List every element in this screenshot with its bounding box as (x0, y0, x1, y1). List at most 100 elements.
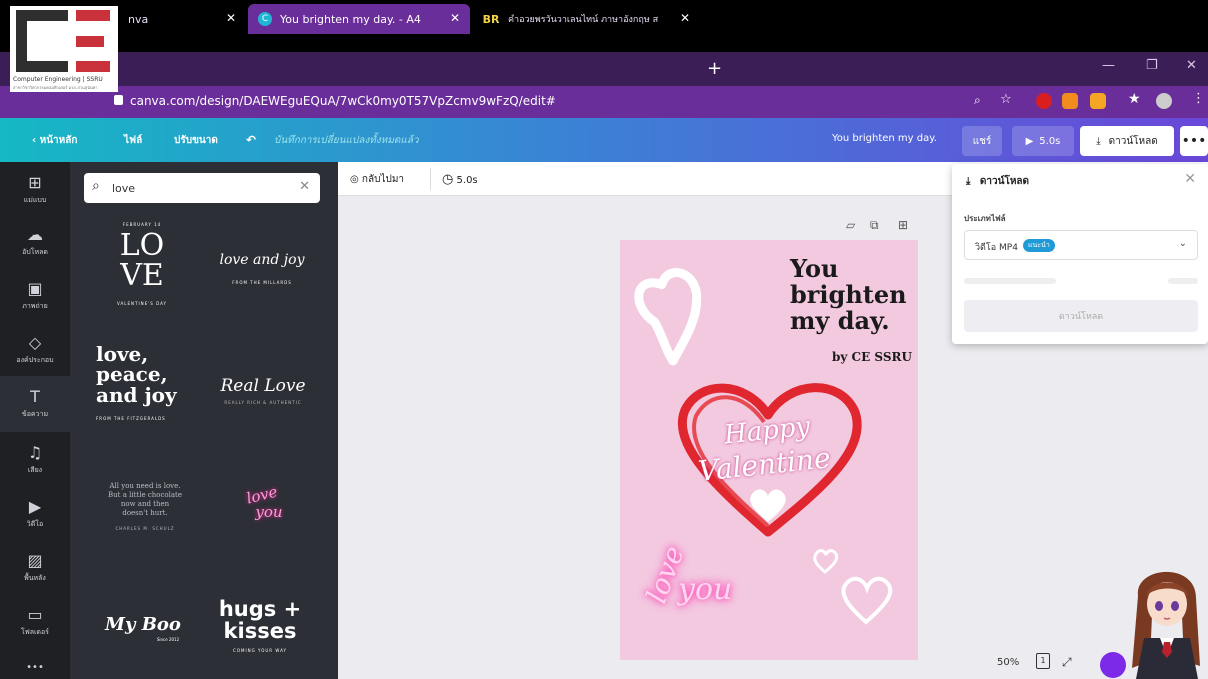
background-icon: ▨ (27, 551, 43, 570)
filetype-select[interactable]: วิดีโอ MP4 แนะนำ ⌄ (964, 230, 1198, 260)
close-icon[interactable]: ✕ (1184, 171, 1196, 187)
bookmark-star-icon[interactable]: ☆ (1000, 92, 1012, 107)
download-icon: ⤓ (1096, 135, 1101, 147)
template-love-and-joy[interactable]: love and joy FROM THE MILLARDS (204, 252, 320, 285)
recommended-badge: แนะนำ (1023, 239, 1055, 252)
tab-title: คำอวยพรวันวาเลนไทน์ ภาษาอังกฤษ ส (508, 15, 659, 25)
logo-line-1: Computer Engineering | SSRU (13, 76, 103, 83)
restore-icon[interactable]: ❐ (1146, 58, 1158, 73)
more-icon: ••• (26, 662, 44, 673)
url-field[interactable]: canva.com/design/DAEWEguEQuA/7wCk0my0T57… (130, 94, 556, 108)
chevron-down-icon: ⌄ (1178, 238, 1187, 249)
fullscreen-icon[interactable]: ⤢ (1062, 655, 1072, 670)
design-title[interactable]: You brighten my day. (832, 133, 937, 144)
page-count-icon[interactable]: 1 (1036, 653, 1050, 669)
template-my-boo[interactable]: My Boo Since 2012 (94, 614, 192, 642)
browser-menu-icon[interactable]: ⋮ (1192, 91, 1205, 106)
extension-icon[interactable] (1062, 93, 1078, 109)
more-button[interactable]: ••• (1180, 126, 1208, 156)
vtuber-avatar (1132, 571, 1200, 679)
help-button[interactable] (1100, 652, 1126, 678)
profile-avatar[interactable] (1156, 93, 1172, 109)
resize-menu[interactable]: ปรับขนาด (174, 133, 218, 148)
lock-icon (114, 95, 123, 105)
photo-icon: ▣ (27, 279, 43, 298)
rail-item-photos[interactable]: ▣ ภาพถ่าย (0, 268, 70, 324)
template-love-peace-joy[interactable]: love, peace, and joy FROM THE FITZGERALD… (96, 344, 206, 421)
rail-item-elements[interactable]: ◇ องค์ประกอบ (0, 322, 70, 378)
puzzle-icon[interactable]: ★ (1128, 91, 1141, 107)
minimize-icon[interactable]: — (1102, 58, 1115, 73)
left-rail: ⊞ แม่แบบ ☁ อัปโหลด ▣ ภาพถ่าย ◇ องค์ประกอบ Tข… (0, 162, 70, 679)
rail-item-video[interactable]: ▶ วิดีโอ (0, 486, 70, 542)
design-page[interactable]: You brighten my day. by CE SSRU Happy Va… (620, 240, 918, 660)
duration-button[interactable]: ◷ 5.0s (442, 172, 478, 187)
small-outline-heart-icon (813, 549, 839, 574)
filetype-value: วิดีโอ MP4 (975, 243, 1018, 253)
page-note-icon[interactable]: ▱ (846, 218, 855, 232)
extension-icon[interactable] (1036, 93, 1052, 109)
upload-icon: ☁ (27, 225, 43, 244)
template-love-ve[interactable]: FEBRUARY 14 LO VE VALENTINE'S DAY (96, 222, 188, 306)
rail-item-audio[interactable]: ♫ เสียง (0, 432, 70, 488)
zoom-level[interactable]: 50% (997, 657, 1019, 668)
rail-item-templates[interactable]: ⊞ แม่แบบ (0, 162, 70, 218)
duplicate-page-icon[interactable]: ⧉ (870, 218, 879, 233)
video-icon: ▶ (28, 497, 42, 516)
br-favicon-icon: BR (482, 12, 500, 26)
share-button[interactable]: แชร์ (962, 126, 1002, 156)
outline-heart-icon (841, 576, 893, 625)
template-love-you-neon[interactable]: love you (226, 483, 298, 521)
rail-item-text[interactable]: T ข้อความ (0, 376, 70, 432)
rail-item-background[interactable]: ▨ พื้นหลัง (0, 540, 70, 596)
download-confirm-button[interactable]: ดาวน์โหลด (964, 300, 1198, 332)
neon-you[interactable]: you (678, 572, 732, 607)
download-icon: ⤓ (966, 176, 971, 187)
design-title-text[interactable]: You brighten my day. (790, 256, 915, 334)
home-button[interactable]: ‹ หน้าหลัก (32, 133, 77, 148)
clear-search-icon[interactable]: ✕ (299, 179, 310, 194)
template-hugs-kisses[interactable]: hugs + kisses COMING YOUR WAY (210, 598, 310, 653)
template-quote[interactable]: All you need is love. But a little choco… (90, 482, 200, 531)
rail-item-more[interactable]: ••• (0, 640, 70, 679)
tab-title: You brighten my day. - A4 (280, 12, 421, 26)
undo-icon[interactable]: ↶ (246, 133, 256, 147)
play-icon: ▶ (1025, 135, 1034, 147)
canva-favicon-icon: C (258, 12, 272, 26)
download-panel: ⤓ ดาวน์โหลด ✕ ประเภทไฟล์ วิดีโอ MP4 แนะน… (952, 164, 1208, 344)
template-real-love[interactable]: Real Love REALLY RICH & AUTHENTIC (210, 376, 316, 405)
ce-ssru-logo: Computer Engineering | SSRU สาขาวิชาวิศว… (10, 6, 118, 92)
audio-icon: ♫ (27, 443, 43, 462)
elements-icon: ◇ (28, 333, 42, 352)
rail-item-uploads[interactable]: ☁ อัปโหลด (0, 214, 70, 270)
template-icon: ⊞ (28, 173, 42, 192)
screen: Computer Engineering | SSRU สาขาวิชาวิศว… (0, 0, 1208, 679)
search-input[interactable] (112, 179, 292, 197)
text-icon: T (30, 387, 40, 406)
close-icon[interactable]: ✕ (450, 11, 460, 25)
extension-icon[interactable] (1090, 93, 1106, 109)
new-tab-icon[interactable]: + (707, 58, 722, 79)
white-outline-heart-icon (634, 268, 701, 366)
autosave-note: บันทึกการเปลี่ยนแปลงทั้งหมดแล้ว (274, 135, 419, 146)
close-icon[interactable]: ✕ (226, 11, 236, 25)
window-close-icon[interactable]: ✕ (1186, 58, 1197, 73)
browser-tab-1[interactable]: nva ✕ (118, 4, 246, 34)
browser-tab-bar (0, 52, 1208, 86)
placeholder-bar (1168, 278, 1198, 284)
download-panel-heading: ⤓ ดาวน์โหลด (966, 176, 1030, 187)
browser-tab-3[interactable]: BR คำอวยพรวันวาเลนไทน์ ภาษาอังกฤษ ส ✕ (472, 4, 700, 34)
browser-tab-2[interactable]: C You brighten my day. - A4 ✕ (248, 4, 470, 34)
download-button[interactable]: ⤓ ดาวน์โหลด (1080, 126, 1174, 156)
play-button[interactable]: ▶ 5.0s (1012, 126, 1074, 156)
animate-button[interactable]: ◎ กลับไปมา (350, 172, 404, 187)
file-menu[interactable]: ไฟล์ (124, 133, 142, 148)
zoom-lens-icon[interactable]: ⌕ (974, 93, 981, 108)
logo-line-2: สาขาวิชาวิศวกรรมคอมพิวเตอร์ มรภ.สวนสุนัน… (13, 85, 98, 90)
add-page-icon[interactable]: ⊞ (898, 218, 908, 232)
animate-icon: ◎ (350, 174, 359, 185)
close-icon[interactable]: ✕ (680, 11, 690, 25)
search-box[interactable]: ⌕ ✕ (84, 173, 320, 203)
design-byline[interactable]: by CE SSRU (832, 350, 912, 364)
folder-icon: ▭ (27, 605, 43, 624)
